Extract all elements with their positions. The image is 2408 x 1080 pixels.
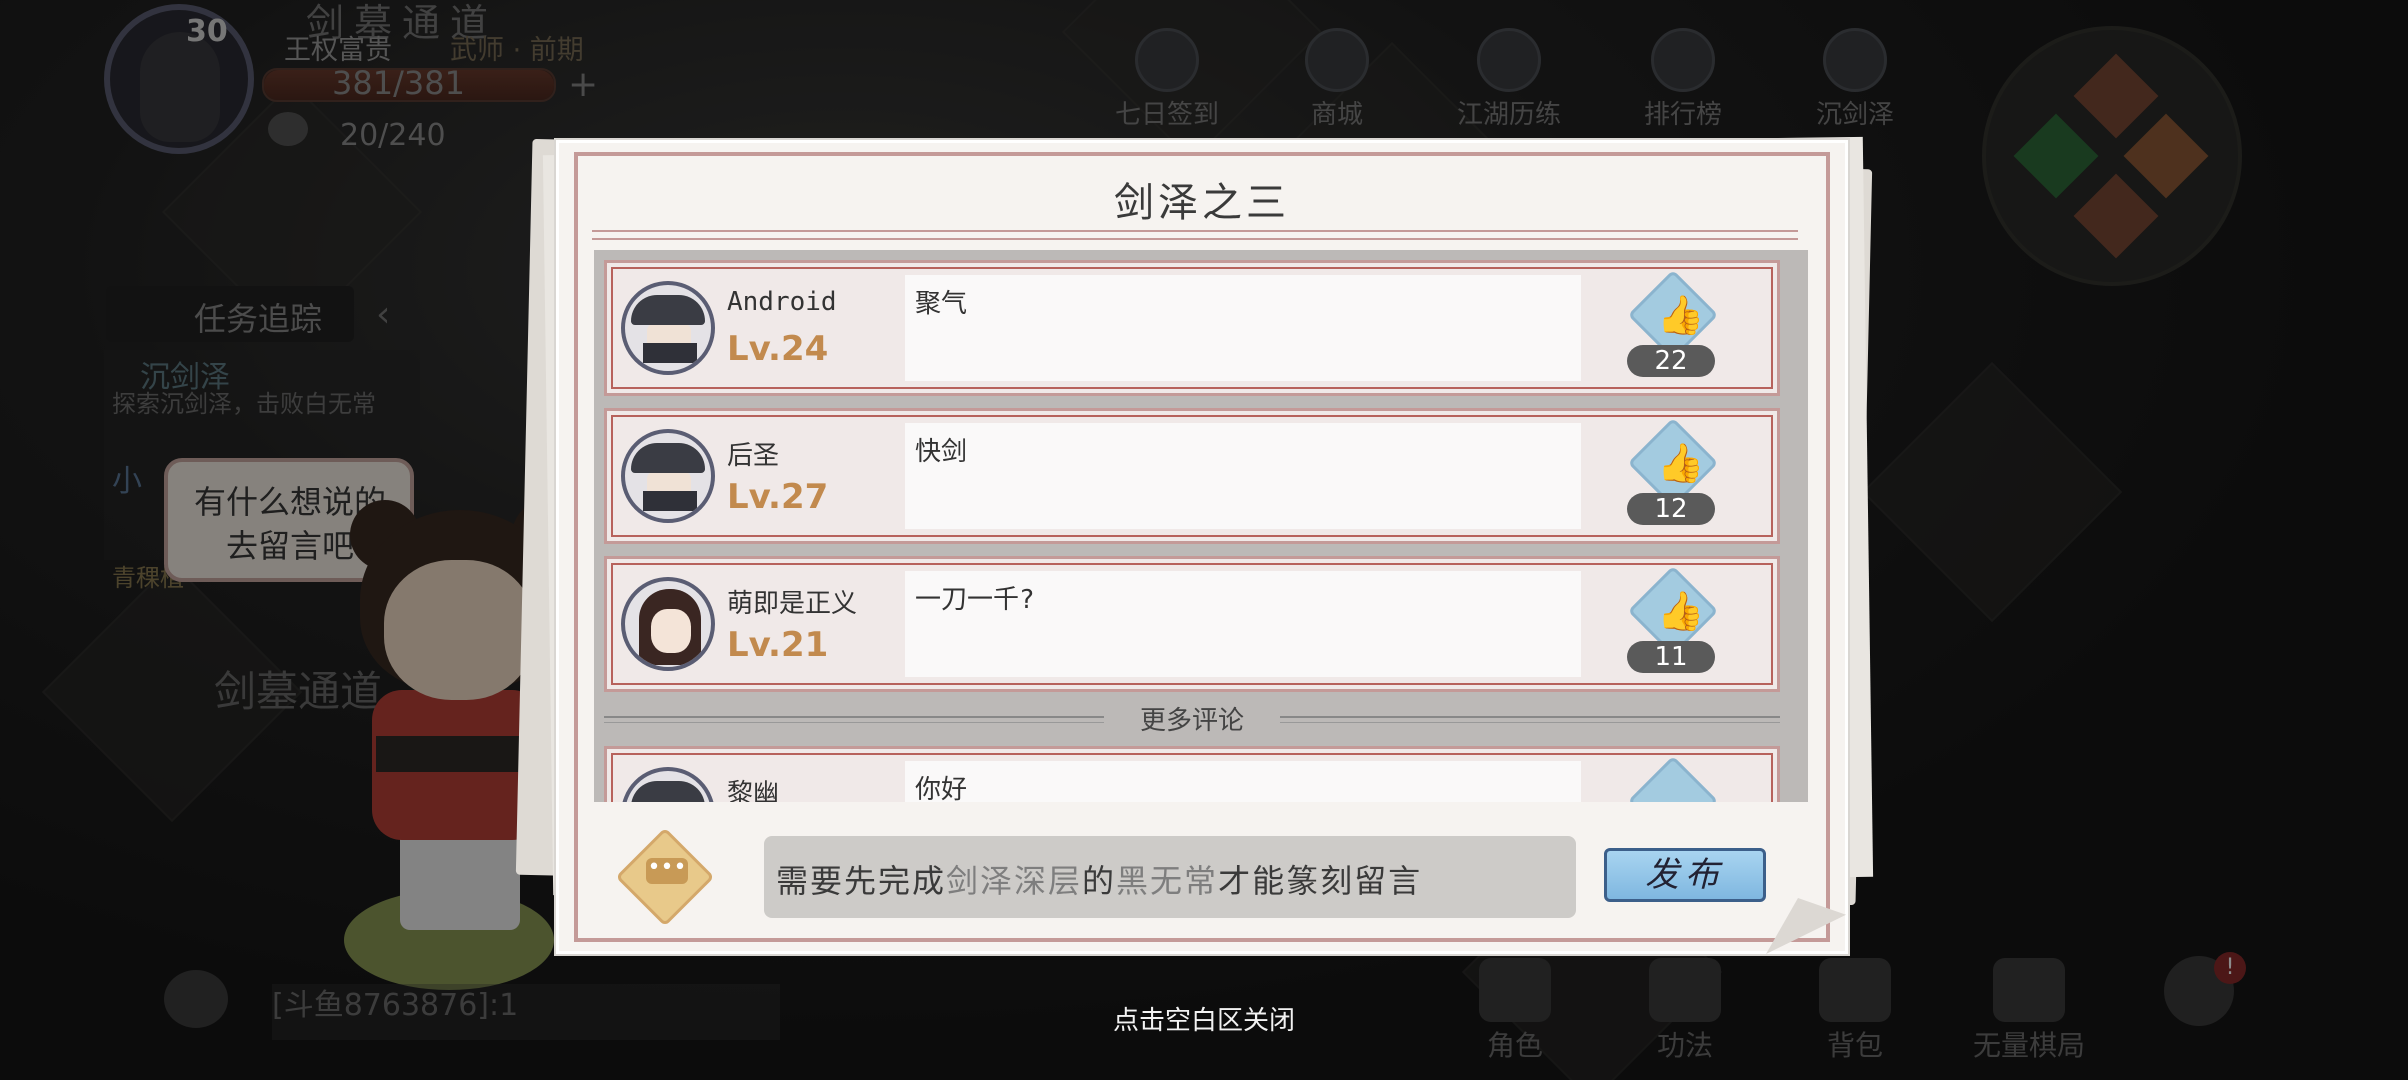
commenter-avatar[interactable] — [621, 577, 715, 671]
hint-highlight-stage: 剑泽深层 — [946, 862, 1083, 900]
comment-text-box — [905, 275, 1581, 381]
thumbs-up-icon: 👍 — [1657, 293, 1705, 337]
commenter-avatar[interactable] — [621, 281, 715, 375]
like-count: 11 — [1627, 641, 1715, 673]
comment-item: 后圣 Lv.27 快剑 👍 12 — [604, 408, 1780, 544]
commenter-level: Lv.24 — [727, 329, 829, 369]
dialog-title: 剑泽之三 — [1114, 180, 1290, 226]
commenter-avatar[interactable] — [621, 429, 715, 523]
commenter-name: 后圣 — [727, 441, 780, 471]
comment-item: 黎幽 你好 — [604, 746, 1780, 802]
avatar-hat — [631, 295, 705, 325]
comment-item: 萌即是正义 Lv.21 一刀一千? 👍 11 — [604, 556, 1780, 692]
comment-text: 你好 — [915, 775, 968, 802]
like-button[interactable]: 👍 12 — [1627, 417, 1719, 527]
like-count: 22 — [1627, 345, 1715, 377]
comment-text-box — [905, 761, 1581, 802]
publish-button[interactable]: 发布 — [1604, 848, 1766, 902]
avatar-mask — [643, 491, 697, 511]
avatar-face — [651, 609, 691, 653]
comment-text: 聚气 — [915, 289, 968, 319]
title-divider — [592, 230, 1798, 240]
like-count: 12 — [1627, 493, 1715, 525]
commenter-level: Lv.27 — [727, 477, 829, 517]
thumbs-up-icon: 👍 — [1657, 589, 1705, 633]
comment-list[interactable]: Android Lv.24 聚气 👍 22 后圣 Lv.27 快剑 👍 12 萌… — [594, 250, 1808, 802]
comment-text-box — [905, 423, 1581, 529]
comment-item: Android Lv.24 聚气 👍 22 — [604, 260, 1780, 396]
like-button[interactable] — [1627, 755, 1719, 802]
comment-input-hint: 需要先完成剑泽深层的黑无常才能篆刻留言 — [776, 856, 1422, 902]
like-button[interactable]: 👍 22 — [1627, 269, 1719, 379]
commenter-name: 萌即是正义 — [727, 589, 858, 619]
hint-prefix: 需要先完成 — [776, 862, 947, 900]
hint-highlight-boss: 黑无常 — [1116, 862, 1219, 900]
close-hint: 点击空白区关闭 — [1112, 1006, 1295, 1036]
commenter-name: 黎幽 — [727, 779, 780, 802]
avatar-mask — [643, 343, 697, 363]
chat-dots-icon: ••• — [646, 857, 688, 884]
comment-text: 一刀一千? — [915, 585, 1035, 615]
like-button[interactable]: 👍 11 — [1627, 565, 1719, 675]
commenter-level: Lv.21 — [727, 625, 829, 665]
avatar-hat — [631, 443, 705, 473]
more-comments-divider[interactable]: 更多评论 — [604, 700, 1780, 736]
thumbs-up-icon: 👍 — [1657, 441, 1705, 485]
hint-mid: 的 — [1082, 862, 1117, 900]
like-diamond — [1627, 755, 1719, 802]
hint-suffix: 才能篆刻留言 — [1218, 862, 1423, 900]
commenter-avatar[interactable] — [621, 767, 715, 802]
comment-text: 快剑 — [915, 437, 968, 467]
divider-line — [1280, 716, 1780, 723]
avatar-hat — [631, 781, 705, 802]
commenter-name: Android — [727, 287, 837, 317]
